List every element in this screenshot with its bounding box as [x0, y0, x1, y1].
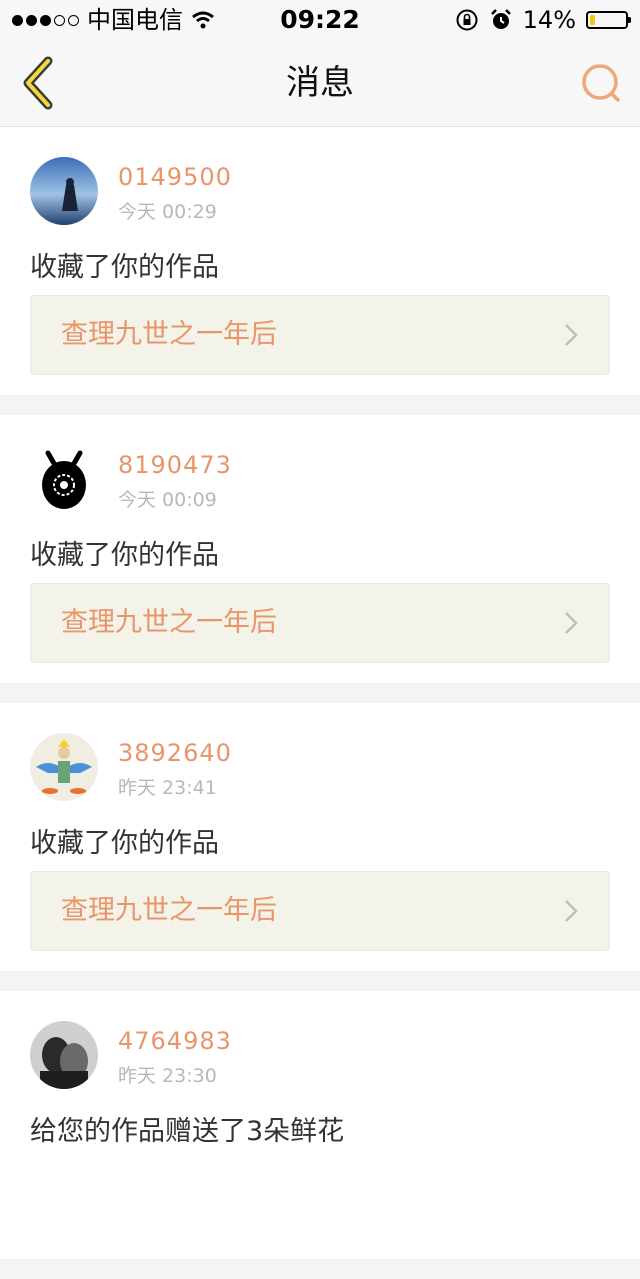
navigation-bar: 消息	[0, 40, 640, 127]
action-text: 收藏了你的作品	[30, 828, 219, 859]
message-card: 8190473 今天 00:09 收藏了你的作品 查理九世之一年后	[0, 415, 640, 683]
search-button[interactable]	[580, 62, 622, 104]
message-time: 昨天 23:41	[118, 777, 217, 799]
message-time: 昨天 23:30	[118, 1065, 217, 1087]
user-name[interactable]: 3892640	[118, 739, 232, 767]
chevron-right-icon	[565, 612, 578, 634]
chevron-right-icon	[565, 324, 578, 346]
message-card: 4764983 昨天 23:30 给您的作品赠送了3朵鲜花	[0, 991, 640, 1259]
message-card: 0149500 今天 00:29 收藏了你的作品 查理九世之一年后	[0, 127, 640, 395]
back-button[interactable]	[18, 56, 58, 110]
message-time: 今天 00:29	[118, 201, 217, 223]
user-name[interactable]: 8190473	[118, 451, 232, 479]
work-link[interactable]: 查理九世之一年后	[30, 583, 610, 663]
alarm-icon	[490, 9, 511, 29]
message-list: 0149500 今天 00:29 收藏了你的作品 查理九世之一年后 819047…	[0, 127, 640, 1279]
avatar[interactable]	[30, 445, 98, 513]
search-icon	[582, 64, 620, 102]
chevron-left-icon	[23, 56, 53, 110]
work-title: 查理九世之一年后	[61, 319, 277, 350]
status-bar: 中国电信 09:22 14%	[0, 0, 640, 40]
work-link[interactable]: 查理九世之一年后	[30, 871, 610, 951]
user-name[interactable]: 4764983	[118, 1027, 232, 1055]
chevron-right-icon	[565, 900, 578, 922]
avatar[interactable]	[30, 733, 98, 801]
work-title: 查理九世之一年后	[61, 895, 277, 926]
battery-level	[590, 15, 595, 25]
avatar[interactable]	[30, 1021, 98, 1089]
rotation-lock-icon	[456, 9, 478, 31]
battery-percent: 14%	[522, 6, 576, 34]
action-text: 给您的作品赠送了3朵鲜花	[30, 1116, 345, 1147]
message-time: 今天 00:09	[118, 489, 217, 511]
avatar[interactable]	[30, 157, 98, 225]
action-text: 收藏了你的作品	[30, 252, 219, 283]
work-title: 查理九世之一年后	[61, 607, 277, 638]
user-name[interactable]: 0149500	[118, 163, 232, 191]
message-card: 3892640 昨天 23:41 收藏了你的作品 查理九世之一年后	[0, 703, 640, 971]
page-title: 消息	[286, 63, 354, 103]
battery-icon	[586, 11, 631, 29]
work-link[interactable]: 查理九世之一年后	[30, 295, 610, 375]
action-text: 收藏了你的作品	[30, 540, 219, 571]
status-right: 14%	[455, 0, 631, 40]
